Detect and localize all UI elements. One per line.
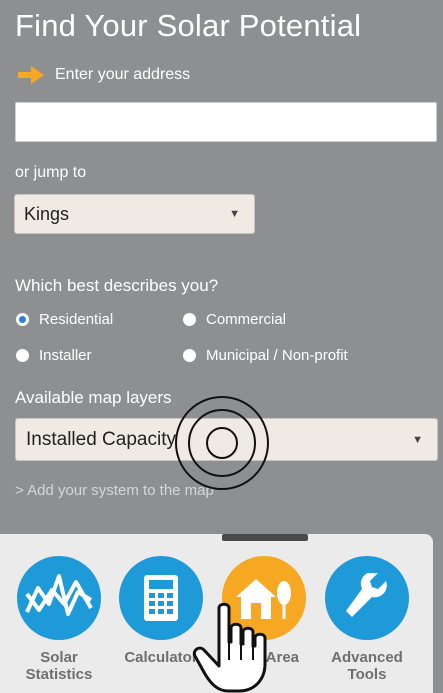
audience-question: Which best describes you?: [15, 276, 219, 295]
radio-label: Municipal / Non-profit: [206, 347, 348, 364]
wrench-icon: [346, 573, 387, 617]
radio-label: Residential: [39, 311, 114, 328]
pointer-hand-icon: [192, 602, 267, 693]
layers-selected-value: Installed Capacity: [26, 428, 176, 450]
tool-label: Advanced Tools: [331, 649, 403, 683]
tool-advanced-tools[interactable]: Advanced Tools: [322, 556, 412, 683]
radio-municipal[interactable]: Municipal / Non-profit: [183, 347, 348, 364]
tool-icon-circle: [17, 556, 101, 640]
address-input[interactable]: [15, 102, 437, 142]
jump-to-select[interactable]: Kings ▼: [14, 194, 255, 234]
address-label: Enter your address: [55, 66, 191, 83]
tool-label: Solar Statistics: [25, 649, 93, 683]
radio-unselected-icon: [16, 349, 29, 362]
jump-selected-value: Kings: [24, 203, 70, 224]
radio-commercial[interactable]: Commercial: [183, 311, 286, 328]
caret-down-icon: ▼: [412, 433, 423, 446]
address-label-row: Enter your address: [16, 64, 190, 86]
jump-label: or jump to: [15, 164, 87, 181]
tool-icon-circle: [119, 556, 203, 640]
radio-residential[interactable]: Residential: [16, 311, 113, 328]
tool-icon-circle: [325, 556, 409, 640]
radio-unselected-icon: [183, 313, 196, 326]
chart-icon: [25, 574, 93, 616]
radio-selected-icon: [16, 313, 29, 326]
radio-label: Installer: [39, 347, 92, 364]
layers-label: Available map layers: [15, 388, 172, 407]
solar-panel: Find Your Solar Potential Enter your add…: [0, 0, 443, 535]
radio-installer[interactable]: Installer: [16, 347, 92, 364]
radio-unselected-icon: [183, 349, 196, 362]
caret-down-icon: ▼: [229, 208, 240, 220]
click-indicator-icon: [175, 396, 269, 490]
tray-handle[interactable]: [222, 534, 308, 541]
tool-solar-statistics[interactable]: Solar Statistics: [14, 556, 104, 683]
calculator-icon: [144, 575, 178, 621]
radio-label: Commercial: [206, 311, 287, 328]
arrow-right-icon: [18, 66, 44, 84]
page-title: Find Your Solar Potential: [15, 8, 362, 43]
